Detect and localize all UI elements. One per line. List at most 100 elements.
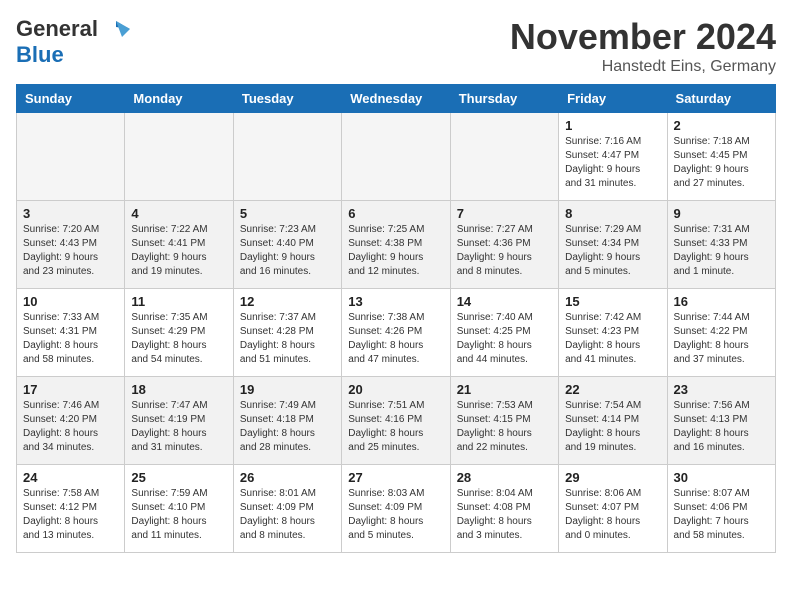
day-info: Sunrise: 7:42 AMSunset: 4:23 PMDaylight:… — [565, 311, 660, 367]
calendar-day-cell: 27 Sunrise: 8:03 AMSunset: 4:09 PMDayligh… — [342, 465, 450, 553]
calendar-day-cell: 9 Sunrise: 7:31 AMSunset: 4:33 PMDaylight… — [667, 201, 775, 289]
day-number: 28 — [457, 470, 552, 485]
day-number: 11 — [131, 294, 226, 309]
day-number: 16 — [674, 294, 769, 309]
day-number: 27 — [348, 470, 443, 485]
day-number: 21 — [457, 382, 552, 397]
day-number: 2 — [674, 118, 769, 133]
calendar-day-cell: 12 Sunrise: 7:37 AMSunset: 4:28 PMDayligh… — [233, 289, 341, 377]
day-info: Sunrise: 7:23 AMSunset: 4:40 PMDaylight:… — [240, 223, 335, 279]
calendar-day-cell — [233, 113, 341, 201]
calendar-day-cell: 1 Sunrise: 7:16 AMSunset: 4:47 PMDaylight… — [559, 113, 667, 201]
calendar-day-cell: 21Sunrise: 7:53 AMSunset: 4:15 PMDayligh… — [450, 377, 558, 465]
logo-bird-icon — [102, 19, 130, 39]
header-monday: Monday — [125, 85, 233, 113]
day-number: 23 — [674, 382, 769, 397]
day-info: Sunrise: 7:27 AMSunset: 4:36 PMDaylight:… — [457, 223, 552, 279]
calendar-day-cell: 17 Sunrise: 7:46 AMSunset: 4:20 PMDayligh… — [17, 377, 125, 465]
month-title: November 2024 — [510, 16, 776, 58]
calendar-day-cell: 22Sunrise: 7:54 AMSunset: 4:14 PMDayligh… — [559, 377, 667, 465]
day-info: Sunrise: 7:47 AMSunset: 4:19 PMDaylight:… — [131, 399, 226, 455]
calendar-day-cell: 5 Sunrise: 7:23 AMSunset: 4:40 PMDaylight… — [233, 201, 341, 289]
day-info: Sunrise: 7:33 AMSunset: 4:31 PMDaylight:… — [23, 311, 118, 367]
calendar-day-cell: 19 Sunrise: 7:49 AMSunset: 4:18 PMDayligh… — [233, 377, 341, 465]
day-info: Sunrise: 7:59 AMSunset: 4:10 PMDaylight:… — [131, 487, 226, 543]
calendar-day-cell: 6 Sunrise: 7:25 AMSunset: 4:38 PMDaylight… — [342, 201, 450, 289]
day-number: 12 — [240, 294, 335, 309]
day-info: Sunrise: 7:49 AMSunset: 4:18 PMDaylight:… — [240, 399, 335, 455]
calendar-week-row: 1 Sunrise: 7:16 AMSunset: 4:47 PMDaylight… — [17, 113, 776, 201]
day-info: Sunrise: 7:56 AMSunset: 4:13 PMDaylight:… — [674, 399, 769, 455]
calendar-day-cell: 30Sunrise: 8:07 AMSunset: 4:06 PMDayligh… — [667, 465, 775, 553]
header-wednesday: Wednesday — [342, 85, 450, 113]
day-info: Sunrise: 7:40 AMSunset: 4:25 PMDaylight:… — [457, 311, 552, 367]
header: General Blue November 2024 Hanstedt Eins… — [16, 16, 776, 76]
header-friday: Friday — [559, 85, 667, 113]
day-number: 7 — [457, 206, 552, 221]
calendar-day-cell — [17, 113, 125, 201]
calendar-day-cell: 4Sunrise: 7:22 AMSunset: 4:41 PMDaylight… — [125, 201, 233, 289]
day-number: 19 — [240, 382, 335, 397]
day-info: Sunrise: 8:01 AMSunset: 4:09 PMDaylight:… — [240, 487, 335, 543]
logo: General Blue — [16, 16, 130, 68]
day-info: Sunrise: 7:58 AMSunset: 4:12 PMDaylight:… — [23, 487, 118, 543]
day-info: Sunrise: 7:16 AMSunset: 4:47 PMDaylight:… — [565, 135, 660, 191]
day-info: Sunrise: 8:03 AMSunset: 4:09 PMDaylight:… — [348, 487, 443, 543]
day-info: Sunrise: 7:44 AMSunset: 4:22 PMDaylight:… — [674, 311, 769, 367]
day-info: Sunrise: 7:25 AMSunset: 4:38 PMDaylight:… — [348, 223, 443, 279]
calendar-day-cell: 7 Sunrise: 7:27 AMSunset: 4:36 PMDaylight… — [450, 201, 558, 289]
day-info: Sunrise: 7:38 AMSunset: 4:26 PMDaylight:… — [348, 311, 443, 367]
day-info: Sunrise: 7:18 AMSunset: 4:45 PMDaylight:… — [674, 135, 769, 191]
day-number: 9 — [674, 206, 769, 221]
day-number: 18 — [131, 382, 226, 397]
day-number: 26 — [240, 470, 335, 485]
day-number: 14 — [457, 294, 552, 309]
calendar-day-cell — [125, 113, 233, 201]
day-info: Sunrise: 7:37 AMSunset: 4:28 PMDaylight:… — [240, 311, 335, 367]
day-info: Sunrise: 7:35 AMSunset: 4:29 PMDaylight:… — [131, 311, 226, 367]
calendar-day-cell: 3 Sunrise: 7:20 AMSunset: 4:43 PMDaylight… — [17, 201, 125, 289]
day-info: Sunrise: 7:51 AMSunset: 4:16 PMDaylight:… — [348, 399, 443, 455]
calendar-day-cell: 24 Sunrise: 7:58 AMSunset: 4:12 PMDayligh… — [17, 465, 125, 553]
day-number: 5 — [240, 206, 335, 221]
day-number: 20 — [348, 382, 443, 397]
calendar-day-cell: 14 Sunrise: 7:40 AMSunset: 4:25 PMDayligh… — [450, 289, 558, 377]
logo-blue-text: Blue — [16, 42, 64, 67]
day-info: Sunrise: 7:31 AMSunset: 4:33 PMDaylight:… — [674, 223, 769, 279]
day-number: 29 — [565, 470, 660, 485]
day-info: Sunrise: 7:29 AMSunset: 4:34 PMDaylight:… — [565, 223, 660, 279]
day-number: 13 — [348, 294, 443, 309]
day-number: 4 — [131, 206, 226, 221]
calendar-day-cell: 23 Sunrise: 7:56 AMSunset: 4:13 PMDayligh… — [667, 377, 775, 465]
calendar-day-cell: 29 Sunrise: 8:06 AMSunset: 4:07 PMDayligh… — [559, 465, 667, 553]
day-info: Sunrise: 7:20 AMSunset: 4:43 PMDaylight:… — [23, 223, 118, 279]
calendar-day-cell: 13 Sunrise: 7:38 AMSunset: 4:26 PMDayligh… — [342, 289, 450, 377]
calendar-day-cell: 16 Sunrise: 7:44 AMSunset: 4:22 PMDayligh… — [667, 289, 775, 377]
calendar-day-cell — [342, 113, 450, 201]
calendar-day-cell: 15 Sunrise: 7:42 AMSunset: 4:23 PMDayligh… — [559, 289, 667, 377]
day-info: Sunrise: 8:06 AMSunset: 4:07 PMDaylight:… — [565, 487, 660, 543]
calendar-day-cell: 8 Sunrise: 7:29 AMSunset: 4:34 PMDaylight… — [559, 201, 667, 289]
day-info: Sunrise: 8:04 AMSunset: 4:08 PMDaylight:… — [457, 487, 552, 543]
day-number: 6 — [348, 206, 443, 221]
day-number: 24 — [23, 470, 118, 485]
day-number: 10 — [23, 294, 118, 309]
day-number: 15 — [565, 294, 660, 309]
header-sunday: Sunday — [17, 85, 125, 113]
calendar-day-cell: 10 Sunrise: 7:33 AMSunset: 4:31 PMDayligh… — [17, 289, 125, 377]
day-number: 1 — [565, 118, 660, 133]
day-number: 17 — [23, 382, 118, 397]
day-number: 8 — [565, 206, 660, 221]
calendar-day-cell: 18 Sunrise: 7:47 AMSunset: 4:19 PMDayligh… — [125, 377, 233, 465]
calendar-day-cell: 20 Sunrise: 7:51 AMSunset: 4:16 PMDayligh… — [342, 377, 450, 465]
header-tuesday: Tuesday — [233, 85, 341, 113]
day-info: Sunrise: 7:46 AMSunset: 4:20 PMDaylight:… — [23, 399, 118, 455]
calendar-week-row: 3 Sunrise: 7:20 AMSunset: 4:43 PMDaylight… — [17, 201, 776, 289]
calendar-week-row: 17 Sunrise: 7:46 AMSunset: 4:20 PMDayligh… — [17, 377, 776, 465]
day-number: 3 — [23, 206, 118, 221]
calendar-day-cell: 28 Sunrise: 8:04 AMSunset: 4:08 PMDayligh… — [450, 465, 558, 553]
calendar-table: SundayMondayTuesdayWednesdayThursdayFrid… — [16, 84, 776, 553]
calendar-week-row: 10 Sunrise: 7:33 AMSunset: 4:31 PMDayligh… — [17, 289, 776, 377]
logo-general-text: General — [16, 16, 98, 42]
calendar-day-cell: 26 Sunrise: 8:01 AMSunset: 4:09 PMDayligh… — [233, 465, 341, 553]
